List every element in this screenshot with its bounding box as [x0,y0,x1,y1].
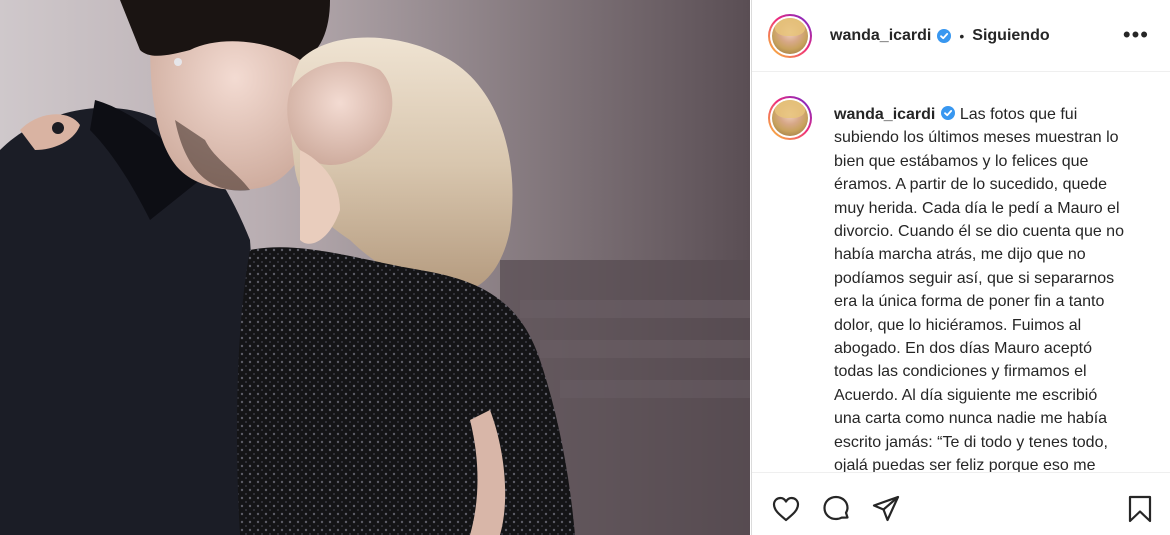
caption-line: una carta como nunca nadie me había [834,410,1108,428]
caption-line: era la única forma de poner fin a tanto [834,293,1105,311]
caption-text: wanda_icardi Las fotos que fui subiendo … [834,103,1154,472]
caption-username[interactable]: wanda_icardi [834,106,935,123]
avatar-border [770,98,810,138]
caption-line: ojalá puedas ser feliz porque eso me [834,457,1096,472]
caption-line: bien que estábamos y lo felices que [834,152,1089,170]
avatar-image [772,100,808,136]
verified-badge-icon [937,28,952,43]
caption-line: wanda_icardi Las fotos que fui [834,103,1154,126]
following-button[interactable]: Siguiendo [972,27,1049,45]
caption-section: wanda_icardi Las fotos que fui subiendo … [752,72,1170,472]
avatar-border [770,15,810,56]
post-photo-art [0,0,750,535]
caption-line: Acuerdo. Al día siguiente me escribió [834,386,1098,404]
caption-line: escrito jamás: “Te di todo y tenes todo, [834,433,1108,451]
paper-plane-icon[interactable] [870,493,902,525]
caption-line: éramos. A partir de lo sucedido, quede [834,176,1108,194]
post-sidebar: wanda_icardi • Siguiendo ••• wanda_icard… [751,0,1170,535]
username-link[interactable]: wanda_icardi [830,27,931,45]
comment-icon[interactable] [820,493,852,525]
caption-line: dolor, que lo hiciéramos. Fuimos al [834,316,1082,334]
post-header: wanda_icardi • Siguiendo ••• [752,0,1170,72]
avatar[interactable] [768,13,812,58]
caption-line: podíamos seguir así, que si separarnos [834,269,1115,287]
post-photo[interactable] [0,0,750,535]
separator-dot: • [959,27,965,44]
caption-line: abogado. En dos días Mauro aceptó [834,340,1092,358]
caption-avatar[interactable] [768,96,812,140]
caption-line: divorcio. Cuando él se dio cuenta que no [834,223,1124,241]
verified-badge-icon [941,106,956,120]
caption-line: había marcha atrás, me dijo que no [834,246,1086,264]
caption-line-text: Las fotos que fui [959,106,1078,123]
bookmark-icon[interactable] [1124,493,1156,525]
caption-line: todas las condiciones y firmamos el [834,363,1087,381]
caption-line: subiendo los últimos meses muestran lo [834,129,1119,147]
caption-line: muy herida. Cada día le pedí a Mauro el [834,199,1120,217]
avatar-image [772,17,808,54]
action-bar [752,472,1170,535]
more-options-icon[interactable]: ••• [1123,22,1149,48]
heart-icon[interactable] [770,493,802,525]
